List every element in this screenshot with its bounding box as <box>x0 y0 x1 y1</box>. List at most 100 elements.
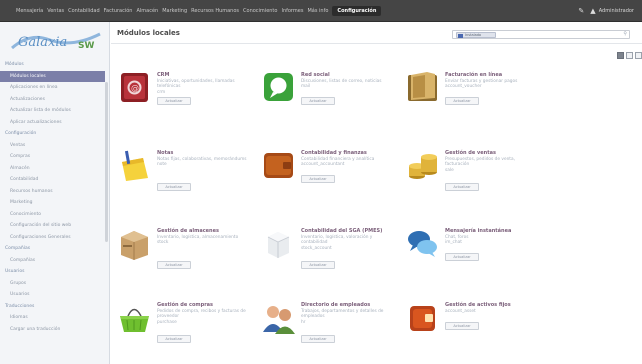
coins-icon <box>409 154 437 179</box>
sidebar-item-recursos-humanos[interactable]: Recursos humanos <box>0 186 105 198</box>
update-button[interactable]: Actualizar <box>445 253 479 261</box>
update-button[interactable]: Actualizar <box>157 335 191 343</box>
module-card[interactable]: Mensajería instantánea Chat, foros im_cha… <box>402 226 537 284</box>
update-button[interactable]: Actualizar <box>445 183 479 191</box>
update-button[interactable]: Actualizar <box>157 97 191 105</box>
view-header: Módulos locales Instalado ⚲ <box>111 22 642 44</box>
update-button[interactable]: Actualizar <box>445 97 479 105</box>
sidebar-section-companias: Compañías <box>5 246 31 251</box>
module-description: Chat, foros im_chat <box>445 235 469 246</box>
menu-informes[interactable]: Informes <box>281 8 303 14</box>
module-name[interactable]: Notas <box>157 150 173 156</box>
company-logo[interactable]: Galaxia SW <box>10 30 102 52</box>
module-card[interactable]: Gestión de almacenes Inventario, logísti… <box>114 226 249 284</box>
module-card[interactable]: @ CRM Iniciativas, oportunidades, llamad… <box>114 70 249 128</box>
module-card[interactable]: Notas Notas fijas, colaborativas, memorá… <box>114 148 249 206</box>
sidebar-section-usuarios: Usuarios <box>5 269 25 274</box>
menu-marketing[interactable]: Marketing <box>162 8 187 14</box>
sidebar-item-config-generales[interactable]: Configuraciones Generales <box>0 232 105 244</box>
menu-contabilidad[interactable]: Contabilidad <box>68 8 100 14</box>
svg-text:SW: SW <box>78 41 94 51</box>
update-button[interactable]: Actualizar <box>157 183 191 191</box>
menu-configuracion[interactable]: Configuración <box>332 6 382 16</box>
sidebar-item-sitio-web[interactable]: Configuración del sitio web <box>0 220 105 232</box>
update-button[interactable]: Actualizar <box>301 175 335 183</box>
update-button[interactable]: Actualizar <box>157 261 191 269</box>
module-card[interactable]: Gestión de activos fijos account_asset A… <box>402 300 537 358</box>
sidebar-item-compras[interactable]: Compras <box>0 151 105 163</box>
list-view-button[interactable] <box>626 52 633 59</box>
module-name[interactable]: Directorio de empleados <box>301 302 370 308</box>
module-name[interactable]: Red social <box>301 72 330 78</box>
module-card[interactable]: Gestión de compras Pedidos de compra, re… <box>114 300 249 358</box>
sidebar-item-ventas[interactable]: Ventas <box>0 140 105 152</box>
update-button[interactable]: Actualizar <box>301 261 335 269</box>
view-switcher <box>617 52 642 59</box>
module-description: Iniciativas, oportunidades, llamadas tel… <box>157 79 235 95</box>
form-view-button[interactable] <box>635 52 642 59</box>
sidebar-scrollbar[interactable] <box>105 82 108 242</box>
update-button[interactable]: Actualizar <box>301 335 335 343</box>
sidebar-section-traducciones: Traducciones <box>5 303 35 309</box>
sidebar-item-actualizar-lista[interactable]: Actualizar lista de módulos <box>0 105 105 117</box>
sidebar-item-idiomas[interactable]: Idiomas <box>0 312 105 324</box>
module-name[interactable]: Contabilidad y finanzas <box>301 150 367 156</box>
module-card[interactable]: Directorio de empleados Trabajos, depart… <box>258 300 393 358</box>
module-card[interactable]: Gestión de ventas Presupuestos, pedidos … <box>402 148 537 206</box>
menu-conocimiento[interactable]: Conocimiento <box>243 8 277 14</box>
sidebar-item-aplicar-actualizaciones[interactable]: Aplicar actualizaciones <box>0 117 105 129</box>
search-icon[interactable]: ⚲ <box>623 31 627 37</box>
menu-mas[interactable]: Más info <box>307 8 328 14</box>
sidebar-item-grupos[interactable]: Grupos <box>0 278 105 290</box>
svg-text:Galaxia: Galaxia <box>18 35 67 50</box>
module-name[interactable]: Gestión de compras <box>157 302 213 308</box>
page-title: Módulos locales <box>117 29 180 37</box>
sidebar-item-marketing[interactable]: Marketing <box>0 197 105 209</box>
sidebar-item-cargar-traduccion[interactable]: Cargar una traducción <box>0 324 105 336</box>
module-name[interactable]: Gestión de almacenes <box>157 228 219 234</box>
module-description: Presupuestos, pedidos de venta, facturac… <box>445 157 515 173</box>
module-name[interactable]: Gestión de ventas <box>445 150 496 156</box>
module-name[interactable]: Contabilidad del SGA (PMES) <box>301 228 382 234</box>
menu-facturacion[interactable]: Facturación <box>104 8 133 14</box>
module-name[interactable]: Gestión de activos fijos <box>445 302 511 308</box>
module-card[interactable]: Facturación en línea Enviar facturas y g… <box>402 70 537 128</box>
chat-icon[interactable]: ✎ <box>578 7 584 15</box>
employees-icon <box>263 306 295 334</box>
sidebar-item-modulos-locales[interactable]: Módulos locales <box>0 70 105 82</box>
box-icon <box>121 231 148 260</box>
module-name[interactable]: Facturación en línea <box>445 72 502 78</box>
update-button[interactable]: Actualizar <box>301 97 335 105</box>
sidebar-item-aplicaciones[interactable]: Aplicaciones en línea <box>0 82 105 94</box>
main-content: Módulos locales Instalado ⚲ @ CRM Inicia… <box>111 22 642 364</box>
search-input[interactable]: Instalado ⚲ <box>452 30 630 39</box>
menu-almacen[interactable]: Almacén <box>136 8 158 14</box>
module-name[interactable]: CRM <box>157 72 170 78</box>
module-card[interactable]: Contabilidad y finanzas Contabilidad fin… <box>258 148 393 206</box>
search-filter-chip[interactable]: Instalado <box>456 32 496 38</box>
sidebar-item-usuarios[interactable]: Usuarios <box>0 289 105 301</box>
sidebar-item-actualizaciones[interactable]: Actualizaciones <box>0 94 105 106</box>
menu-mensajeria[interactable]: Mensajería <box>16 8 43 14</box>
update-button[interactable]: Actualizar <box>445 322 479 330</box>
module-card[interactable]: Red social Discusiones, listas de correo… <box>258 70 393 128</box>
top-menu: Mensajería Ventas Contabilidad Facturaci… <box>16 0 385 22</box>
kanban-view-button[interactable] <box>617 52 624 59</box>
module-card[interactable]: Contabilidad del SGA (PMES) Inventario, … <box>258 226 393 284</box>
module-name[interactable]: Mensajería instantánea <box>445 228 511 234</box>
menu-recursos-humanos[interactable]: Recursos Humanos <box>191 8 239 14</box>
sidebar-item-companias[interactable]: Compañías <box>0 255 105 267</box>
user-name[interactable]: Administrador <box>599 8 634 14</box>
sidebar-item-almacen[interactable]: Almacén <box>0 163 105 175</box>
wallet-icon <box>264 153 293 178</box>
user-avatar-icon[interactable]: ▲ <box>590 7 595 15</box>
speech-bubble-icon <box>264 73 293 101</box>
module-description: account_asset <box>445 309 476 314</box>
sidebar-section-configuracion: Configuración <box>5 131 37 136</box>
sidebar-item-contabilidad[interactable]: Contabilidad <box>0 174 105 186</box>
module-description: Enviar facturas y gestionar pagos account… <box>445 79 518 90</box>
sidebar-item-conocimiento[interactable]: Conocimiento <box>0 209 105 221</box>
notes-icon <box>122 150 148 181</box>
module-description: Contabilidad financiera y analítica accou… <box>301 157 375 168</box>
menu-ventas[interactable]: Ventas <box>47 8 64 14</box>
